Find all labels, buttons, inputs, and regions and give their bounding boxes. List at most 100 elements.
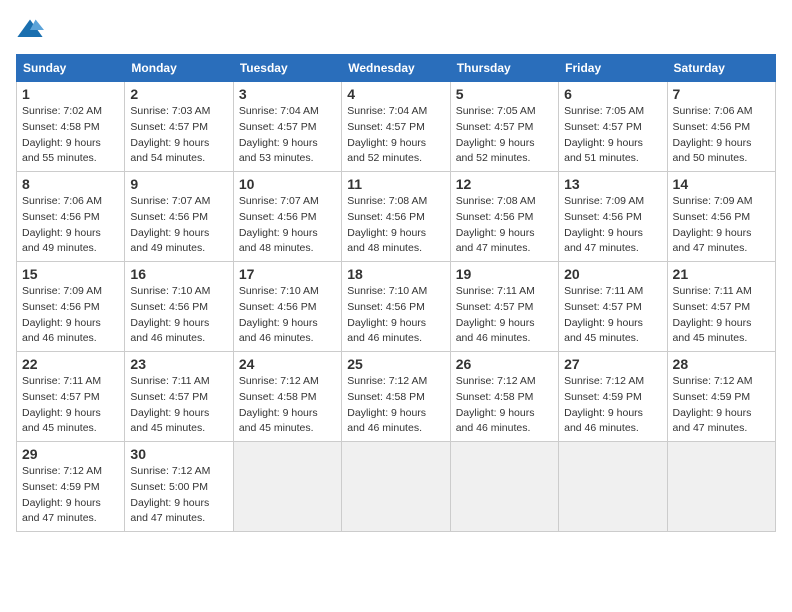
column-header-sunday: Sunday bbox=[17, 55, 125, 82]
column-header-thursday: Thursday bbox=[450, 55, 558, 82]
calendar-week-1: 1 Sunrise: 7:02 AMSunset: 4:58 PMDayligh… bbox=[17, 82, 776, 172]
day-info: Sunrise: 7:12 AMSunset: 4:59 PMDaylight:… bbox=[673, 375, 753, 434]
day-number: 27 bbox=[564, 356, 661, 372]
day-info: Sunrise: 7:03 AMSunset: 4:57 PMDaylight:… bbox=[130, 105, 210, 164]
day-number: 30 bbox=[130, 446, 227, 462]
day-info: Sunrise: 7:04 AMSunset: 4:57 PMDaylight:… bbox=[239, 105, 319, 164]
day-cell-7: 7 Sunrise: 7:06 AMSunset: 4:56 PMDayligh… bbox=[667, 82, 775, 172]
page-header bbox=[16, 16, 776, 44]
day-info: Sunrise: 7:11 AMSunset: 4:57 PMDaylight:… bbox=[564, 285, 643, 344]
day-cell-22: 22 Sunrise: 7:11 AMSunset: 4:57 PMDaylig… bbox=[17, 352, 125, 442]
day-number: 15 bbox=[22, 266, 119, 282]
day-info: Sunrise: 7:11 AMSunset: 4:57 PMDaylight:… bbox=[456, 285, 535, 344]
day-number: 9 bbox=[130, 176, 227, 192]
day-info: Sunrise: 7:12 AMSunset: 4:59 PMDaylight:… bbox=[22, 465, 102, 524]
empty-cell bbox=[342, 442, 450, 532]
day-cell-24: 24 Sunrise: 7:12 AMSunset: 4:58 PMDaylig… bbox=[233, 352, 341, 442]
day-cell-25: 25 Sunrise: 7:12 AMSunset: 4:58 PMDaylig… bbox=[342, 352, 450, 442]
day-info: Sunrise: 7:12 AMSunset: 4:58 PMDaylight:… bbox=[347, 375, 427, 434]
day-info: Sunrise: 7:12 AMSunset: 5:00 PMDaylight:… bbox=[130, 465, 210, 524]
day-cell-11: 11 Sunrise: 7:08 AMSunset: 4:56 PMDaylig… bbox=[342, 172, 450, 262]
day-info: Sunrise: 7:10 AMSunset: 4:56 PMDaylight:… bbox=[347, 285, 427, 344]
day-info: Sunrise: 7:11 AMSunset: 4:57 PMDaylight:… bbox=[130, 375, 209, 434]
day-info: Sunrise: 7:05 AMSunset: 4:57 PMDaylight:… bbox=[456, 105, 536, 164]
day-info: Sunrise: 7:10 AMSunset: 4:56 PMDaylight:… bbox=[130, 285, 210, 344]
day-number: 10 bbox=[239, 176, 336, 192]
day-number: 7 bbox=[673, 86, 770, 102]
day-info: Sunrise: 7:11 AMSunset: 4:57 PMDaylight:… bbox=[22, 375, 101, 434]
day-number: 28 bbox=[673, 356, 770, 372]
day-info: Sunrise: 7:12 AMSunset: 4:59 PMDaylight:… bbox=[564, 375, 644, 434]
day-number: 17 bbox=[239, 266, 336, 282]
day-number: 11 bbox=[347, 176, 444, 192]
day-info: Sunrise: 7:07 AMSunset: 4:56 PMDaylight:… bbox=[130, 195, 210, 254]
day-cell-13: 13 Sunrise: 7:09 AMSunset: 4:56 PMDaylig… bbox=[559, 172, 667, 262]
calendar-header-row: SundayMondayTuesdayWednesdayThursdayFrid… bbox=[17, 55, 776, 82]
day-info: Sunrise: 7:12 AMSunset: 4:58 PMDaylight:… bbox=[239, 375, 319, 434]
day-cell-10: 10 Sunrise: 7:07 AMSunset: 4:56 PMDaylig… bbox=[233, 172, 341, 262]
day-info: Sunrise: 7:11 AMSunset: 4:57 PMDaylight:… bbox=[673, 285, 752, 344]
day-number: 12 bbox=[456, 176, 553, 192]
calendar-week-4: 22 Sunrise: 7:11 AMSunset: 4:57 PMDaylig… bbox=[17, 352, 776, 442]
empty-cell bbox=[233, 442, 341, 532]
day-info: Sunrise: 7:08 AMSunset: 4:56 PMDaylight:… bbox=[456, 195, 536, 254]
empty-cell bbox=[450, 442, 558, 532]
day-cell-18: 18 Sunrise: 7:10 AMSunset: 4:56 PMDaylig… bbox=[342, 262, 450, 352]
day-number: 24 bbox=[239, 356, 336, 372]
day-cell-1: 1 Sunrise: 7:02 AMSunset: 4:58 PMDayligh… bbox=[17, 82, 125, 172]
day-cell-3: 3 Sunrise: 7:04 AMSunset: 4:57 PMDayligh… bbox=[233, 82, 341, 172]
empty-cell bbox=[667, 442, 775, 532]
day-cell-26: 26 Sunrise: 7:12 AMSunset: 4:58 PMDaylig… bbox=[450, 352, 558, 442]
day-number: 3 bbox=[239, 86, 336, 102]
day-cell-6: 6 Sunrise: 7:05 AMSunset: 4:57 PMDayligh… bbox=[559, 82, 667, 172]
day-info: Sunrise: 7:06 AMSunset: 4:56 PMDaylight:… bbox=[673, 105, 753, 164]
day-number: 4 bbox=[347, 86, 444, 102]
calendar-week-3: 15 Sunrise: 7:09 AMSunset: 4:56 PMDaylig… bbox=[17, 262, 776, 352]
day-number: 6 bbox=[564, 86, 661, 102]
empty-cell bbox=[559, 442, 667, 532]
day-cell-19: 19 Sunrise: 7:11 AMSunset: 4:57 PMDaylig… bbox=[450, 262, 558, 352]
day-info: Sunrise: 7:06 AMSunset: 4:56 PMDaylight:… bbox=[22, 195, 102, 254]
day-number: 22 bbox=[22, 356, 119, 372]
day-cell-17: 17 Sunrise: 7:10 AMSunset: 4:56 PMDaylig… bbox=[233, 262, 341, 352]
day-number: 2 bbox=[130, 86, 227, 102]
day-cell-4: 4 Sunrise: 7:04 AMSunset: 4:57 PMDayligh… bbox=[342, 82, 450, 172]
day-cell-30: 30 Sunrise: 7:12 AMSunset: 5:00 PMDaylig… bbox=[125, 442, 233, 532]
calendar-table: SundayMondayTuesdayWednesdayThursdayFrid… bbox=[16, 54, 776, 532]
day-number: 29 bbox=[22, 446, 119, 462]
column-header-tuesday: Tuesday bbox=[233, 55, 341, 82]
day-info: Sunrise: 7:04 AMSunset: 4:57 PMDaylight:… bbox=[347, 105, 427, 164]
day-cell-5: 5 Sunrise: 7:05 AMSunset: 4:57 PMDayligh… bbox=[450, 82, 558, 172]
column-header-wednesday: Wednesday bbox=[342, 55, 450, 82]
day-info: Sunrise: 7:05 AMSunset: 4:57 PMDaylight:… bbox=[564, 105, 644, 164]
day-cell-27: 27 Sunrise: 7:12 AMSunset: 4:59 PMDaylig… bbox=[559, 352, 667, 442]
day-cell-28: 28 Sunrise: 7:12 AMSunset: 4:59 PMDaylig… bbox=[667, 352, 775, 442]
day-cell-12: 12 Sunrise: 7:08 AMSunset: 4:56 PMDaylig… bbox=[450, 172, 558, 262]
day-number: 8 bbox=[22, 176, 119, 192]
column-header-monday: Monday bbox=[125, 55, 233, 82]
logo-icon bbox=[16, 16, 44, 44]
day-cell-16: 16 Sunrise: 7:10 AMSunset: 4:56 PMDaylig… bbox=[125, 262, 233, 352]
day-info: Sunrise: 7:02 AMSunset: 4:58 PMDaylight:… bbox=[22, 105, 102, 164]
day-number: 26 bbox=[456, 356, 553, 372]
logo bbox=[16, 16, 48, 44]
day-cell-2: 2 Sunrise: 7:03 AMSunset: 4:57 PMDayligh… bbox=[125, 82, 233, 172]
day-number: 13 bbox=[564, 176, 661, 192]
day-cell-21: 21 Sunrise: 7:11 AMSunset: 4:57 PMDaylig… bbox=[667, 262, 775, 352]
day-number: 14 bbox=[673, 176, 770, 192]
day-cell-8: 8 Sunrise: 7:06 AMSunset: 4:56 PMDayligh… bbox=[17, 172, 125, 262]
column-header-saturday: Saturday bbox=[667, 55, 775, 82]
column-header-friday: Friday bbox=[559, 55, 667, 82]
day-info: Sunrise: 7:09 AMSunset: 4:56 PMDaylight:… bbox=[22, 285, 102, 344]
calendar-week-5: 29 Sunrise: 7:12 AMSunset: 4:59 PMDaylig… bbox=[17, 442, 776, 532]
day-cell-14: 14 Sunrise: 7:09 AMSunset: 4:56 PMDaylig… bbox=[667, 172, 775, 262]
day-number: 5 bbox=[456, 86, 553, 102]
day-cell-9: 9 Sunrise: 7:07 AMSunset: 4:56 PMDayligh… bbox=[125, 172, 233, 262]
day-number: 25 bbox=[347, 356, 444, 372]
day-cell-23: 23 Sunrise: 7:11 AMSunset: 4:57 PMDaylig… bbox=[125, 352, 233, 442]
day-cell-20: 20 Sunrise: 7:11 AMSunset: 4:57 PMDaylig… bbox=[559, 262, 667, 352]
day-info: Sunrise: 7:09 AMSunset: 4:56 PMDaylight:… bbox=[673, 195, 753, 254]
calendar-week-2: 8 Sunrise: 7:06 AMSunset: 4:56 PMDayligh… bbox=[17, 172, 776, 262]
day-number: 19 bbox=[456, 266, 553, 282]
day-info: Sunrise: 7:08 AMSunset: 4:56 PMDaylight:… bbox=[347, 195, 427, 254]
